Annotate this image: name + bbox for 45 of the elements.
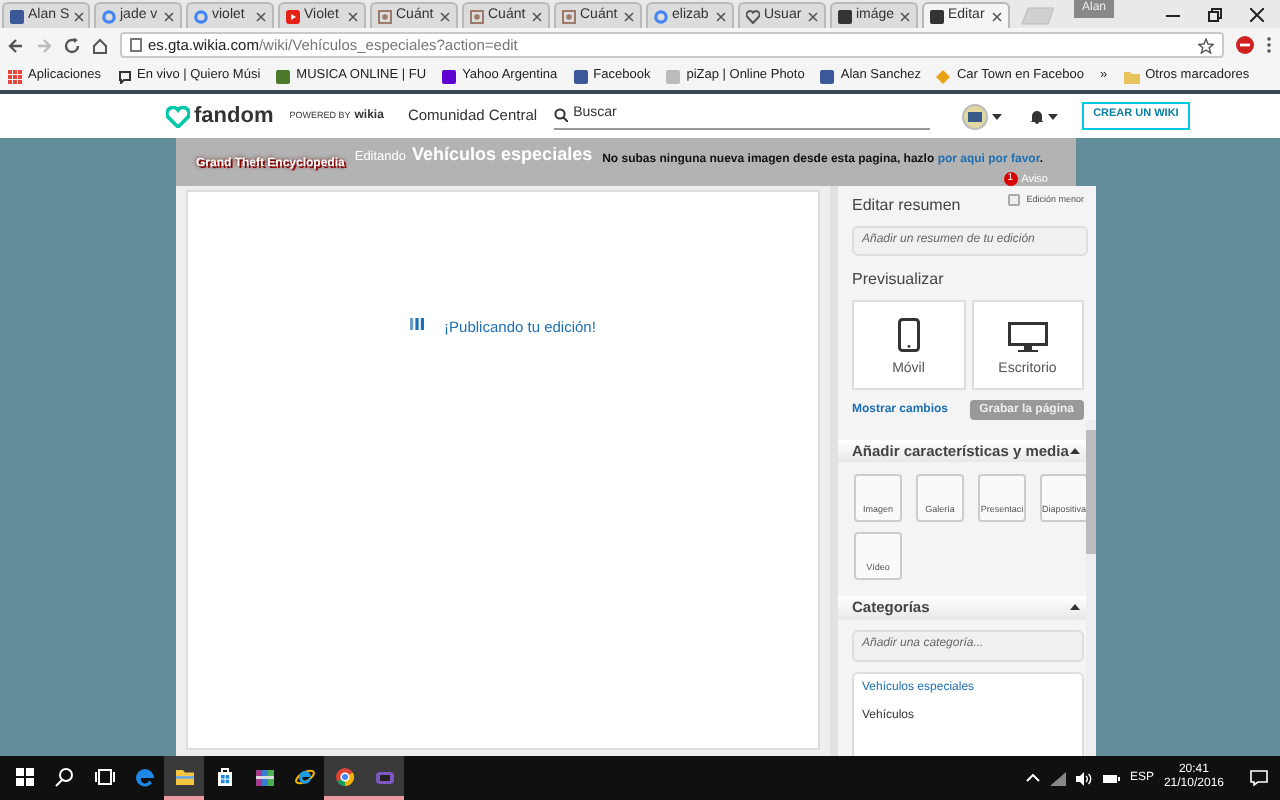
phone-icon [897,317,920,351]
browser-icon [293,765,315,787]
collapse-icon[interactable] [1070,448,1080,455]
avatar-icon[interactable] [961,103,988,129]
checkbox[interactable] [1008,194,1021,207]
star-icon[interactable] [1198,37,1214,53]
windows-icon [13,765,35,787]
heart-icon [166,105,190,127]
caret-icon[interactable] [1047,113,1058,119]
restore-icon[interactable] [1208,7,1222,21]
taskbar-button[interactable] [364,756,404,800]
notification-icon[interactable] [1250,770,1268,786]
bell-icon[interactable] [1029,108,1044,124]
task-view-icon [93,765,115,787]
volume-icon[interactable] [1075,771,1092,785]
taskbar-button[interactable] [164,756,204,800]
search-icon [553,108,568,122]
fandom-logo[interactable]: fandom [194,99,274,133]
network-icon[interactable] [1049,771,1066,785]
page-title: Vehículos especiales [412,142,593,168]
chevron-up-icon[interactable] [1025,774,1040,782]
books-icon [253,765,275,787]
battery-icon[interactable] [1101,773,1120,783]
folder-icon [173,765,195,787]
chrome-icon [333,765,355,787]
summary-label: Editar resumen [852,194,961,218]
menu-icon[interactable] [1266,36,1272,54]
scrollbar[interactable] [1086,420,1096,756]
loading-icon [410,316,425,332]
folder-icon [1123,69,1140,83]
preview-label: Previsualizar [850,268,946,292]
browser-icon [133,765,155,787]
extension-icon[interactable] [1236,36,1254,54]
collapse-icon[interactable] [1070,604,1080,611]
home-icon[interactable] [92,37,108,53]
monitor-icon [1007,321,1048,351]
reload-icon[interactable] [64,37,80,53]
search-icon [53,765,75,787]
close-icon[interactable] [1250,7,1264,21]
taskbar-button[interactable] [324,756,364,800]
back-icon[interactable] [8,37,24,53]
bag-icon [213,765,235,787]
caret-icon[interactable] [991,113,1002,119]
close-icon[interactable] [992,11,1002,21]
page-icon [130,38,142,52]
